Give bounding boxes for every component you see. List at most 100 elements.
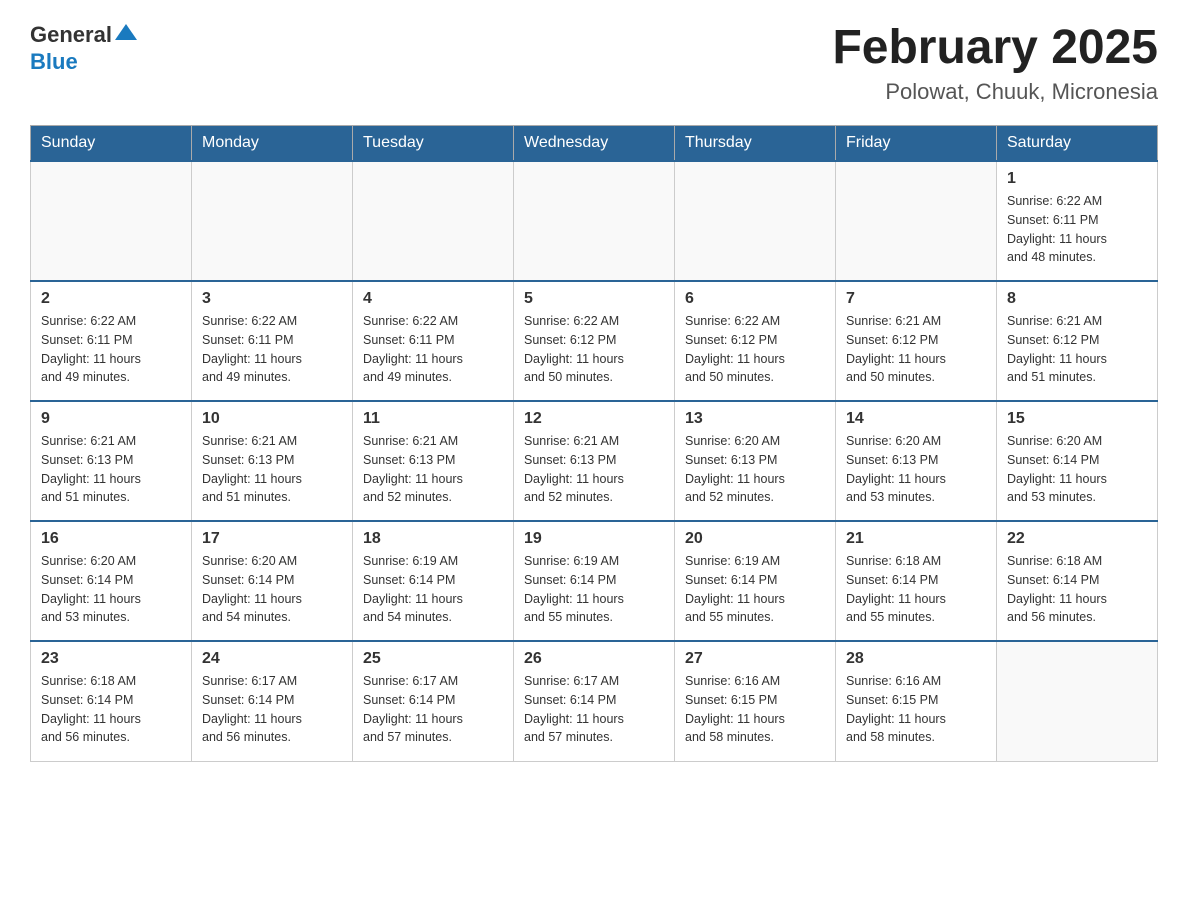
col-monday: Monday — [192, 126, 353, 162]
day-info: Sunrise: 6:21 AMSunset: 6:13 PMDaylight:… — [41, 432, 181, 507]
location-subtitle: Polowat, Chuuk, Micronesia — [832, 79, 1158, 105]
calendar-cell: 10 Sunrise: 6:21 AMSunset: 6:13 PMDayligh… — [192, 401, 353, 521]
day-info: Sunrise: 6:19 AMSunset: 6:14 PMDaylight:… — [685, 552, 825, 627]
day-number: 26 — [524, 650, 664, 668]
day-info: Sunrise: 6:17 AMSunset: 6:14 PMDaylight:… — [202, 672, 342, 747]
col-sunday: Sunday — [31, 126, 192, 162]
day-info: Sunrise: 6:22 AMSunset: 6:12 PMDaylight:… — [685, 312, 825, 387]
day-number: 19 — [524, 530, 664, 548]
calendar-cell: 16 Sunrise: 6:20 AMSunset: 6:14 PMDayligh… — [31, 521, 192, 641]
logo-general-text: General — [30, 22, 112, 48]
day-number: 28 — [846, 650, 986, 668]
calendar-cell — [675, 161, 836, 281]
calendar-table: Sunday Monday Tuesday Wednesday Thursday… — [30, 125, 1158, 762]
calendar-cell — [353, 161, 514, 281]
col-friday: Friday — [836, 126, 997, 162]
calendar-cell — [997, 641, 1158, 761]
day-number: 24 — [202, 650, 342, 668]
week-row-4: 16 Sunrise: 6:20 AMSunset: 6:14 PMDayligh… — [31, 521, 1158, 641]
calendar-cell — [192, 161, 353, 281]
day-info: Sunrise: 6:18 AMSunset: 6:14 PMDaylight:… — [846, 552, 986, 627]
day-info: Sunrise: 6:21 AMSunset: 6:13 PMDaylight:… — [524, 432, 664, 507]
week-row-5: 23 Sunrise: 6:18 AMSunset: 6:14 PMDayligh… — [31, 641, 1158, 761]
day-number: 10 — [202, 410, 342, 428]
calendar-cell: 13Sunrise: 6:20 AMSunset: 6:13 PMDayligh… — [675, 401, 836, 521]
day-number: 14 — [846, 410, 986, 428]
day-number: 5 — [524, 290, 664, 308]
week-row-2: 2 Sunrise: 6:22 AMSunset: 6:11 PMDaylight… — [31, 281, 1158, 401]
day-info: Sunrise: 6:22 AMSunset: 6:11 PMDaylight:… — [1007, 192, 1147, 267]
calendar-cell: 28 Sunrise: 6:16 AMSunset: 6:15 PMDayligh… — [836, 641, 997, 761]
calendar-cell: 22Sunrise: 6:18 AMSunset: 6:14 PMDayligh… — [997, 521, 1158, 641]
calendar-cell: 27Sunrise: 6:16 AMSunset: 6:15 PMDayligh… — [675, 641, 836, 761]
day-info: Sunrise: 6:21 AMSunset: 6:13 PMDaylight:… — [363, 432, 503, 507]
calendar-cell: 2 Sunrise: 6:22 AMSunset: 6:11 PMDaylight… — [31, 281, 192, 401]
day-number: 3 — [202, 290, 342, 308]
calendar-cell: 26 Sunrise: 6:17 AMSunset: 6:14 PMDayligh… — [514, 641, 675, 761]
calendar-cell: 25 Sunrise: 6:17 AMSunset: 6:14 PMDayligh… — [353, 641, 514, 761]
calendar-cell — [31, 161, 192, 281]
day-info: Sunrise: 6:21 AMSunset: 6:12 PMDaylight:… — [846, 312, 986, 387]
day-number: 11 — [363, 410, 503, 428]
calendar-cell: 23 Sunrise: 6:18 AMSunset: 6:14 PMDayligh… — [31, 641, 192, 761]
day-info: Sunrise: 6:22 AMSunset: 6:11 PMDaylight:… — [363, 312, 503, 387]
week-row-1: 1 Sunrise: 6:22 AMSunset: 6:11 PMDaylight… — [31, 161, 1158, 281]
calendar-cell: 8Sunrise: 6:21 AMSunset: 6:12 PMDaylight… — [997, 281, 1158, 401]
col-thursday: Thursday — [675, 126, 836, 162]
day-info: Sunrise: 6:16 AMSunset: 6:15 PMDaylight:… — [846, 672, 986, 747]
day-number: 7 — [846, 290, 986, 308]
calendar-cell: 21 Sunrise: 6:18 AMSunset: 6:14 PMDayligh… — [836, 521, 997, 641]
day-number: 21 — [846, 530, 986, 548]
day-info: Sunrise: 6:18 AMSunset: 6:14 PMDaylight:… — [41, 672, 181, 747]
calendar-header-row: Sunday Monday Tuesday Wednesday Thursday… — [31, 126, 1158, 162]
calendar-cell: 5 Sunrise: 6:22 AMSunset: 6:12 PMDaylight… — [514, 281, 675, 401]
day-number: 23 — [41, 650, 181, 668]
day-info: Sunrise: 6:20 AMSunset: 6:14 PMDaylight:… — [202, 552, 342, 627]
day-info: Sunrise: 6:17 AMSunset: 6:14 PMDaylight:… — [363, 672, 503, 747]
day-number: 4 — [363, 290, 503, 308]
calendar-cell: 3Sunrise: 6:22 AMSunset: 6:11 PMDaylight… — [192, 281, 353, 401]
day-info: Sunrise: 6:22 AMSunset: 6:11 PMDaylight:… — [41, 312, 181, 387]
logo-triangle-icon — [115, 22, 137, 44]
day-info: Sunrise: 6:21 AMSunset: 6:12 PMDaylight:… — [1007, 312, 1147, 387]
day-info: Sunrise: 6:20 AMSunset: 6:14 PMDaylight:… — [1007, 432, 1147, 507]
calendar-cell: 12 Sunrise: 6:21 AMSunset: 6:13 PMDayligh… — [514, 401, 675, 521]
day-number: 20 — [685, 530, 825, 548]
calendar-cell: 20 Sunrise: 6:19 AMSunset: 6:14 PMDayligh… — [675, 521, 836, 641]
day-info: Sunrise: 6:20 AMSunset: 6:13 PMDaylight:… — [846, 432, 986, 507]
page-header: General Blue February 2025 Polowat, Chuu… — [30, 20, 1158, 105]
day-info: Sunrise: 6:16 AMSunset: 6:15 PMDaylight:… — [685, 672, 825, 747]
day-number: 12 — [524, 410, 664, 428]
day-info: Sunrise: 6:18 AMSunset: 6:14 PMDaylight:… — [1007, 552, 1147, 627]
col-tuesday: Tuesday — [353, 126, 514, 162]
calendar-cell: 18 Sunrise: 6:19 AMSunset: 6:14 PMDayligh… — [353, 521, 514, 641]
day-info: Sunrise: 6:19 AMSunset: 6:14 PMDaylight:… — [363, 552, 503, 627]
day-info: Sunrise: 6:17 AMSunset: 6:14 PMDaylight:… — [524, 672, 664, 747]
calendar-cell: 19 Sunrise: 6:19 AMSunset: 6:14 PMDayligh… — [514, 521, 675, 641]
day-number: 18 — [363, 530, 503, 548]
calendar-cell: 9 Sunrise: 6:21 AMSunset: 6:13 PMDaylight… — [31, 401, 192, 521]
day-info: Sunrise: 6:22 AMSunset: 6:12 PMDaylight:… — [524, 312, 664, 387]
calendar-cell: 15Sunrise: 6:20 AMSunset: 6:14 PMDayligh… — [997, 401, 1158, 521]
day-info: Sunrise: 6:20 AMSunset: 6:13 PMDaylight:… — [685, 432, 825, 507]
week-row-3: 9 Sunrise: 6:21 AMSunset: 6:13 PMDaylight… — [31, 401, 1158, 521]
logo: General Blue — [30, 20, 137, 75]
day-number: 25 — [363, 650, 503, 668]
col-wednesday: Wednesday — [514, 126, 675, 162]
day-info: Sunrise: 6:21 AMSunset: 6:13 PMDaylight:… — [202, 432, 342, 507]
calendar-cell: 7 Sunrise: 6:21 AMSunset: 6:12 PMDaylight… — [836, 281, 997, 401]
day-info: Sunrise: 6:19 AMSunset: 6:14 PMDaylight:… — [524, 552, 664, 627]
day-number: 9 — [41, 410, 181, 428]
day-number: 1 — [1007, 170, 1147, 188]
calendar-cell: 1 Sunrise: 6:22 AMSunset: 6:11 PMDaylight… — [997, 161, 1158, 281]
calendar-cell — [836, 161, 997, 281]
day-number: 16 — [41, 530, 181, 548]
day-info: Sunrise: 6:20 AMSunset: 6:14 PMDaylight:… — [41, 552, 181, 627]
month-title: February 2025 — [832, 20, 1158, 75]
calendar-cell: 4 Sunrise: 6:22 AMSunset: 6:11 PMDaylight… — [353, 281, 514, 401]
title-block: February 2025 Polowat, Chuuk, Micronesia — [832, 20, 1158, 105]
day-number: 2 — [41, 290, 181, 308]
logo-blue-text: Blue — [30, 49, 78, 74]
calendar-cell: 24 Sunrise: 6:17 AMSunset: 6:14 PMDayligh… — [192, 641, 353, 761]
day-number: 17 — [202, 530, 342, 548]
